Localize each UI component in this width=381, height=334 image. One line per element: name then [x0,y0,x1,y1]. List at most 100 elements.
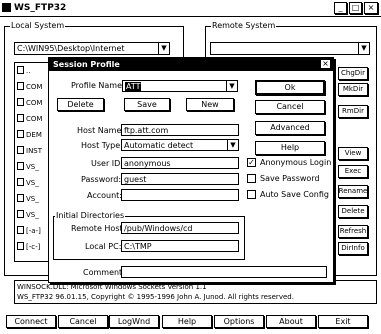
minimize-button[interactable]: _ [334,2,347,14]
chevron-down-icon: ▼ [226,81,237,91]
help-bottom-button[interactable]: Help [162,315,212,328]
about-bottom-button[interactable]: About [266,315,316,328]
file-icon [17,226,24,234]
local-file-name: VS_ [26,163,39,171]
logwnd-bottom-button[interactable]: LogWnd [109,315,159,328]
local-file-item[interactable]: COM [17,114,42,124]
local-path-dropdown[interactable]: C:\WIN95\Desktop\Internet ▼ [14,42,170,55]
maximize-button[interactable]: □ [349,2,362,14]
remote-refresh-button[interactable]: Refresh [338,225,368,238]
help-button[interactable]: Help [255,141,325,155]
user-id-input[interactable]: anonymous [121,157,239,169]
file-icon [17,82,24,90]
connect-bottom-button[interactable]: Connect [6,315,56,328]
local-file-name: VS_ [26,179,39,187]
remote-rename-button[interactable]: Rename [338,185,368,198]
account-input[interactable] [121,189,239,201]
host-name-input[interactable]: ftp.att.com [121,124,239,136]
remote-exec-button[interactable]: Exec [338,165,368,178]
remote-path-dropdown[interactable]: ▼ [210,42,370,55]
log-area[interactable]: WINSOCK.DLL: Microsoft Windows Sockets V… [14,280,377,304]
local-file-name: COM [26,115,43,123]
remote-rmdir-button[interactable]: RmDir [338,105,368,118]
local-file-item[interactable]: DEM [17,130,42,140]
file-icon [17,210,24,218]
file-icon [17,242,24,250]
remote-view-button[interactable]: View [338,147,368,160]
anonymous-login-label: Anonymous Login [260,158,332,167]
file-icon [17,194,24,202]
new-button[interactable]: New [186,98,234,111]
file-icon [17,114,24,122]
log-line-2: WS_FTP32 96.01.15, Copyright © 1995-1996… [17,293,294,301]
local-file-name: [-a-] [26,227,41,235]
session-profile-dialog: Session Profile × Profile Name: ATT ▼ De… [48,57,334,283]
host-type-label: Host Type: [81,141,123,150]
exit-bottom-button[interactable]: Exit [318,315,368,328]
local-file-item[interactable]: COM [17,82,42,92]
host-type-dropdown[interactable]: Automatic detect ▼ [121,139,239,151]
local-file-name: DEM [26,131,42,139]
comment-input[interactable] [121,266,327,278]
local-file-name: .. [26,67,31,75]
dialog-title-bar: Session Profile × [49,58,333,71]
local-file-name: COM [26,83,43,91]
cancel-button[interactable]: Cancel [255,100,325,114]
close-button[interactable]: × [364,2,378,14]
password-input[interactable]: guest [121,173,239,185]
profile-name-dropdown[interactable]: ATT ▼ [122,80,238,92]
file-icon [17,162,24,170]
local-file-list[interactable]: .. COM COM COM DEM INST VS_ VS_ VS_ VS_ [-a-] [-c-] [14,62,50,262]
local-file-item[interactable]: [-c-] [17,242,40,252]
chevron-down-icon: ▼ [158,43,169,54]
local-file-name: COM [26,99,43,107]
profile-name-label: Profile Name: [71,81,125,90]
initial-directories-title: Initial Directories [55,211,126,220]
ok-button[interactable]: Ok [255,80,325,95]
chevron-down-icon: ▼ [227,140,238,150]
local-file-item[interactable]: INST [17,146,42,156]
file-icon [17,98,24,106]
window-title: WS_FTP32 [14,3,67,13]
dialog-title: Session Profile [53,60,120,69]
delete-button[interactable]: Delete [57,98,104,111]
advanced-button[interactable]: Advanced [255,121,325,135]
remote-delete-button[interactable]: Delete [338,205,368,218]
local-pc-label: Local PC: [85,242,122,251]
profile-name-value: ATT [125,82,142,91]
save-button[interactable]: Save [124,98,170,111]
file-icon [17,66,24,74]
remote-system-title: Remote System [211,21,277,30]
local-file-item[interactable]: VS_ [17,178,39,188]
dialog-close-button[interactable]: × [320,59,331,69]
file-icon [17,178,24,186]
remote-host-input[interactable]: /pub/Windows/cd [121,222,239,234]
local-file-item[interactable]: .. [17,66,30,76]
local-file-name: [-c-] [26,243,41,251]
remote-mkdir-button[interactable]: MkDir [338,83,368,96]
remote-chgdir-button[interactable]: ChgDir [338,67,368,80]
password-label: Password: [81,175,122,184]
local-file-name: VS_ [26,195,39,203]
local-file-name: VS_ [26,211,39,219]
local-pc-input[interactable]: C:\TMP [121,240,239,252]
options-bottom-button[interactable]: Options [214,315,264,328]
app-icon [2,3,11,12]
host-name-label: Host Name: [77,126,125,135]
save-password-checkbox[interactable] [247,174,256,183]
file-icon [17,146,24,154]
auto-save-config-checkbox[interactable] [247,190,256,199]
remote-host-label: Remote Host: [71,224,126,233]
local-file-item[interactable]: COM [17,98,42,108]
anonymous-login-checkbox[interactable]: ✓ [247,158,256,167]
user-id-label: User ID: [91,159,123,168]
cancel-bottom-button[interactable]: Cancel [58,315,108,328]
comment-label: Comment: [83,268,125,277]
local-file-item[interactable]: VS_ [17,194,39,204]
local-file-item[interactable]: VS_ [17,162,39,172]
local-file-item[interactable]: VS_ [17,210,39,220]
remote-dirinfo-button[interactable]: DirInfo [338,242,368,255]
local-path-value: C:\WIN95\Desktop\Internet [17,44,125,53]
local-file-item[interactable]: [-a-] [17,226,41,236]
log-line-1: WINSOCK.DLL: Microsoft Windows Sockets V… [17,283,207,291]
